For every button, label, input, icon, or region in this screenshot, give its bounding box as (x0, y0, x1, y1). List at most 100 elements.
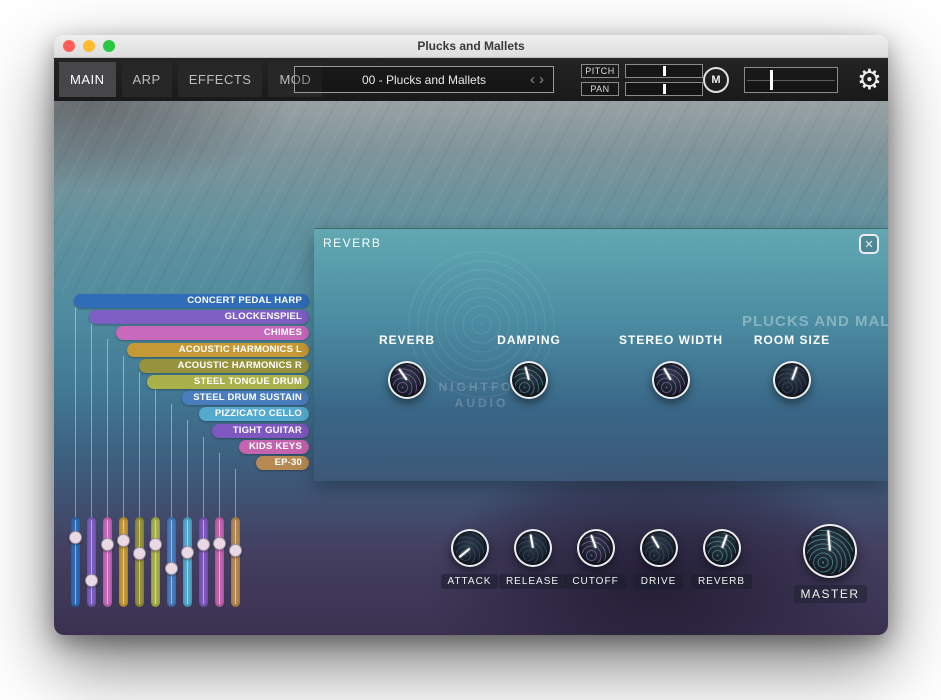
fader-handle[interactable] (85, 574, 98, 587)
layer-acoustic-harmonics-l[interactable]: ACOUSTIC HARMONICS L (127, 343, 309, 357)
room-size-label: ROOM SIZE (754, 333, 830, 347)
fader-groove (139, 520, 140, 604)
drive-knob-group: DRIVE (627, 529, 690, 589)
fader-groove (123, 520, 124, 604)
pitch-slider-handle[interactable] (663, 66, 666, 76)
fader-handle[interactable] (117, 534, 130, 547)
output-slider[interactable] (744, 67, 838, 93)
layer-pizzicato-cello[interactable]: PIZZICATO CELLO (199, 407, 309, 421)
reverb-knob-label: REVERB (691, 574, 752, 589)
connector-line (203, 437, 204, 517)
fader-handle[interactable] (133, 547, 146, 560)
fader-steel-drum-sustain[interactable] (167, 517, 176, 607)
layer-steel-tongue-drum[interactable]: STEEL TONGUE DRUM (147, 375, 309, 389)
tab-arp[interactable]: ARP (122, 62, 172, 97)
pan-slider[interactable] (625, 82, 703, 96)
fader-groove (219, 520, 220, 604)
titlebar: Plucks and Mallets (54, 35, 888, 58)
attack-knob[interactable] (451, 529, 489, 567)
room-size-knob[interactable] (773, 361, 811, 399)
layer-steel-drum-sustain[interactable]: STEEL DRUM SUSTAIN (182, 391, 309, 405)
connector-line (91, 323, 92, 517)
master-knob-label: MASTER (794, 585, 867, 603)
layer-ep-30[interactable]: EP-30 (256, 456, 309, 470)
release-knob[interactable] (514, 529, 552, 567)
fader-glockenspiel[interactable] (87, 517, 96, 607)
tab-main[interactable]: MAIN (59, 62, 116, 97)
tab-effects[interactable]: EFFECTS (178, 62, 263, 97)
reverb-label: REVERB (379, 333, 435, 347)
layer-chimes[interactable]: CHIMES (116, 326, 309, 340)
cutoff-knob-group: CUTOFF (564, 529, 627, 589)
bottom-knob-row: ATTACKRELEASECUTOFFDRIVEREVERB (438, 529, 753, 589)
connector-line (235, 469, 236, 517)
close-window-button[interactable] (63, 40, 75, 52)
connector-line (139, 372, 140, 517)
reverb-knob[interactable] (703, 529, 741, 567)
fader-acoustic-harmonics-l[interactable] (119, 517, 128, 607)
fader-handle[interactable] (101, 538, 114, 551)
drive-knob[interactable] (640, 529, 678, 567)
traffic-lights (63, 40, 115, 52)
panel-title: REVERB (323, 236, 381, 250)
preset-next-button[interactable]: › (539, 71, 544, 88)
fader-handle[interactable] (213, 537, 226, 550)
fader-groove (187, 520, 188, 604)
fader-handle[interactable] (229, 544, 242, 557)
connector-line (107, 339, 108, 517)
reverb-panel: NIGHTFOX AUDIO PLUCKS AND MALLETS REVERB… (314, 229, 888, 481)
drive-knob-label: DRIVE (634, 574, 684, 589)
fader-handle[interactable] (181, 546, 194, 559)
stereo-width-label: STEREO WIDTH (619, 333, 723, 347)
fader-tight-guitar[interactable] (199, 517, 208, 607)
reverb-knob[interactable] (388, 361, 426, 399)
zoom-window-button[interactable] (103, 40, 115, 52)
connector-line (123, 356, 124, 517)
layer-concert-pedal-harp[interactable]: CONCERT PEDAL HARP (74, 294, 309, 308)
fader-kids-keys[interactable] (215, 517, 224, 607)
damping-knob[interactable] (510, 361, 548, 399)
fader-groove (107, 520, 108, 604)
layer-glockenspiel[interactable]: GLOCKENSPIEL (89, 310, 309, 324)
attack-knob-group: ATTACK (438, 529, 501, 589)
master-knob[interactable] (803, 524, 857, 578)
layer-kids-keys[interactable]: KIDS KEYS (239, 440, 309, 454)
fader-handle[interactable] (149, 538, 162, 551)
layer-acoustic-harmonics-r[interactable]: ACOUSTIC HARMONICS R (139, 359, 309, 373)
minimize-window-button[interactable] (83, 40, 95, 52)
fader-groove (203, 520, 204, 604)
fader-concert-pedal-harp[interactable] (71, 517, 80, 607)
room-size-knob-group: ROOM SIZE (727, 333, 857, 399)
pan-slider-handle[interactable] (663, 84, 666, 94)
fader-handle[interactable] (197, 538, 210, 551)
preset-selector[interactable]: 00 - Plucks and Mallets ‹ › (294, 66, 554, 93)
mute-button[interactable]: M (703, 67, 729, 93)
fader-steel-tongue-drum[interactable] (151, 517, 160, 607)
connector-line (155, 388, 156, 517)
damping-label: DAMPING (497, 333, 561, 347)
page-background: Plucks and Mallets MAINARPEFFECTSMOD 00 … (0, 0, 941, 700)
fader-acoustic-harmonics-r[interactable] (135, 517, 144, 607)
damping-knob-group: DAMPING (464, 333, 594, 399)
fader-groove (155, 520, 156, 604)
fader-handle[interactable] (69, 531, 82, 544)
preset-name: 00 - Plucks and Mallets (362, 73, 486, 87)
fader-groove (235, 520, 236, 604)
close-icon: ✕ (864, 238, 873, 251)
fader-handle[interactable] (165, 562, 178, 575)
settings-gear-icon[interactable]: ⚙ (857, 60, 882, 99)
knob-texture (656, 365, 686, 395)
cutoff-knob-label: CUTOFF (565, 574, 625, 589)
stereo-width-knob[interactable] (652, 361, 690, 399)
close-panel-button[interactable]: ✕ (859, 234, 879, 254)
fader-chimes[interactable] (103, 517, 112, 607)
layer-tight-guitar[interactable]: TIGHT GUITAR (212, 424, 309, 438)
preset-prev-button[interactable]: ‹ (530, 71, 535, 88)
fader-ep-30[interactable] (231, 517, 240, 607)
output-slider-handle[interactable] (770, 70, 773, 90)
knob-texture (807, 528, 853, 574)
pitch-slider[interactable] (625, 64, 703, 78)
cutoff-knob[interactable] (577, 529, 615, 567)
fader-pizzicato-cello[interactable] (183, 517, 192, 607)
product-watermark: PLUCKS AND MALLETS (742, 313, 888, 330)
